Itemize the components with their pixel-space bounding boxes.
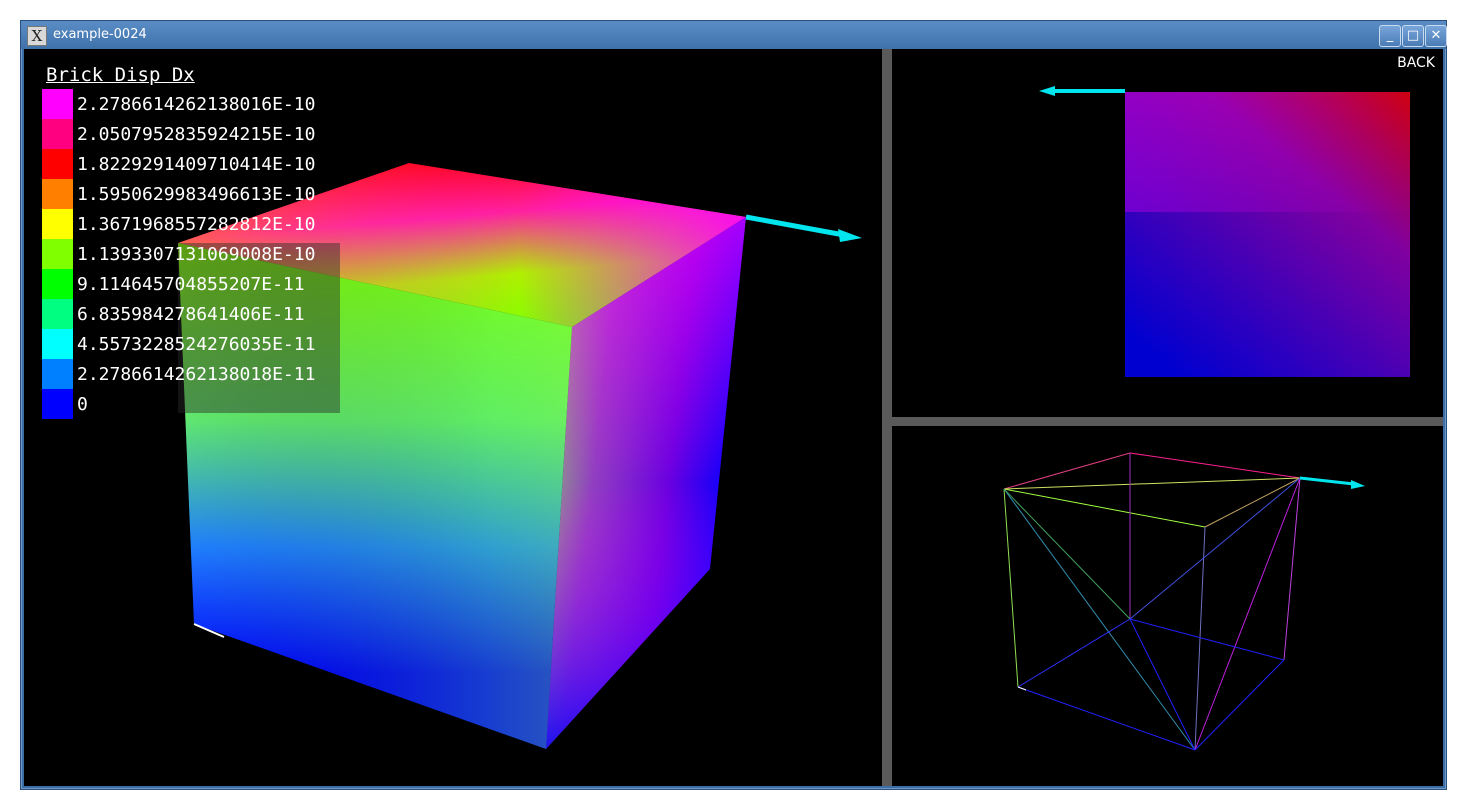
legend-swatch [42,179,73,209]
legend-value: 1.3671968557282812E-10 [77,213,316,235]
legend-item: 9.114645704855207E-11 [42,269,315,299]
maximize-button[interactable]: □ [1402,25,1424,47]
displacement-arrow [1039,86,1125,96]
legend-item: 4.5573228524276035E-11 [42,329,315,359]
vertical-splitter[interactable] [882,49,892,786]
x-window-icon: X [27,26,47,46]
legend-swatch [42,389,73,419]
legend-value: 2.2786614262138018E-11 [77,363,316,385]
legend-item: 6.835984278641406E-11 [42,299,315,329]
legend-swatch [42,269,73,299]
legend-value: 1.8229291409710414E-10 [77,153,316,175]
legend-value: 2.0507952835924215E-10 [77,123,316,145]
displacement-arrow [745,214,862,242]
legend-swatch [42,89,73,119]
legend-item: 2.2786614262138018E-11 [42,359,315,389]
legend-value: 1.5950629983496613E-10 [77,183,316,205]
displacement-arrow [1299,476,1365,489]
title-bar[interactable]: X example-0024 _ □ ✕ [21,21,1447,49]
legend-item: 1.5950629983496613E-10 [42,179,315,209]
legend-item: 2.2786614262138016E-10 [42,89,315,119]
window-title: example-0024 [53,27,147,42]
legend-item: 1.3671968557282812E-10 [42,209,315,239]
application-window: X example-0024 _ □ ✕ Brick Disp Dx 2.278… [20,20,1447,790]
legend-item: 1.1393307131069008E-10 [42,239,315,269]
legend-swatch [42,359,73,389]
minimize-button[interactable]: _ [1379,25,1401,47]
legend-swatch [42,329,73,359]
wireframe-cube-render [1003,452,1365,751]
legend-value: 2.2786614262138016E-10 [77,93,316,115]
legend-value: 6.835984278641406E-11 [77,303,305,325]
top-2d-view[interactable]: BACK [892,49,1443,417]
legend-swatch [42,299,73,329]
main-3d-view[interactable]: Brick Disp Dx 2.2786614262138016E-10 2.0… [24,49,882,786]
legend-swatch [42,149,73,179]
horizontal-splitter[interactable] [892,417,1443,426]
legend-item: 0 [42,389,315,419]
legend-title: Brick Disp Dx [46,64,195,86]
viewport-area: Brick Disp Dx 2.2786614262138016E-10 2.0… [24,49,1443,786]
color-legend: Brick Disp Dx 2.2786614262138016E-10 2.0… [42,63,315,419]
legend-value: 1.1393307131069008E-10 [77,243,316,265]
legend-item: 1.8229291409710414E-10 [42,149,315,179]
wireframe-3d-view[interactable] [892,426,1443,786]
legend-swatch [42,119,73,149]
legend-swatch [42,239,73,269]
face-projection-render [1039,86,1410,377]
legend-value: 9.114645704855207E-11 [77,273,305,295]
close-button[interactable]: ✕ [1425,25,1447,47]
legend-value: 4.5573228524276035E-11 [77,333,316,355]
legend-swatch [42,209,73,239]
back-button[interactable]: BACK [1397,55,1435,71]
legend-item: 2.0507952835924215E-10 [42,119,315,149]
legend-value: 0 [77,393,88,415]
